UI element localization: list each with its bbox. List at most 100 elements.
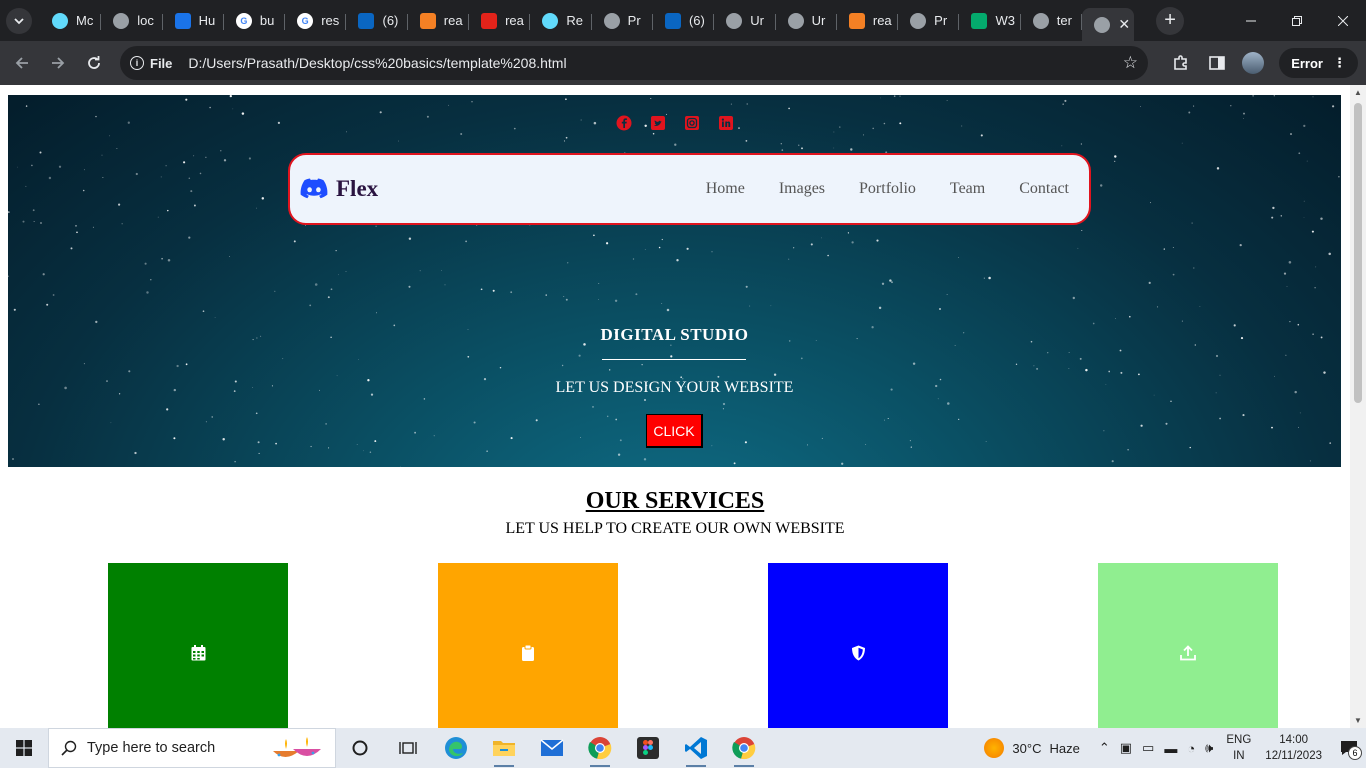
scroll-up-arrow-icon[interactable]: ▲ [1350,88,1366,97]
tab-search-button[interactable] [6,7,32,34]
service-card-upload[interactable] [1098,563,1278,728]
browser-tab[interactable]: Ur [714,4,776,37]
browser-tab[interactable]: Re [530,4,592,37]
browser-tab[interactable]: Ur [776,4,837,37]
tab-label: res [321,13,340,28]
service-card-shield[interactable] [768,563,948,728]
error-button[interactable]: Error ⋮ [1279,48,1358,78]
taskbar-app-chrome-2[interactable] [720,728,768,768]
star [144,262,147,265]
star [499,366,502,369]
meet-now-icon[interactable]: ▣ [1120,740,1132,756]
star [912,362,916,365]
star [256,207,257,209]
nav-link-images[interactable]: Images [779,180,825,198]
profile-button[interactable] [1237,47,1269,79]
star [983,277,985,279]
task-view-button[interactable] [384,728,432,768]
star [220,150,222,152]
star [644,399,646,401]
browser-tab[interactable]: ter [1021,4,1083,37]
address-bar[interactable]: i File D:/Users/Prasath/Desktop/css%20ba… [120,46,1148,80]
star [369,451,372,454]
tab-list: Mc loc Hu Gbu Gres (6) rea rea Re Pr (6) Ur Ur rea Pr W… [40,0,1135,41]
forward-button[interactable] [40,45,76,81]
instagram-link[interactable] [684,115,700,131]
volume-icon[interactable]: 🕪 [1205,740,1213,756]
taskbar-app-file-explorer[interactable] [480,728,528,768]
vscode-icon [685,737,707,759]
wifi-icon[interactable]: ◔ [1187,741,1195,756]
browser-tab[interactable]: Pr [898,4,960,37]
close-tab-icon[interactable]: ✕ [1118,16,1130,33]
start-button[interactable] [0,728,48,768]
star [261,197,265,200]
side-panel-button[interactable] [1201,47,1233,79]
scroll-down-arrow-icon[interactable]: ▼ [1350,716,1366,725]
battery-icon[interactable]: ▬ [1164,741,1177,756]
browser-tab[interactable]: rea [469,4,531,37]
nav-link-portfolio[interactable]: Portfolio [859,180,916,198]
brand[interactable]: Flex [300,176,378,202]
tab-label: rea [505,13,524,28]
back-button[interactable] [4,45,40,81]
cortana-button[interactable] [336,728,384,768]
minimize-button[interactable] [1228,0,1274,41]
new-tab-button[interactable]: + [1156,6,1185,35]
taskbar-search-box[interactable]: Type here to search [48,728,336,768]
task-view-icon [399,742,417,754]
page-scrollbar[interactable]: ▲ ▼ [1350,85,1366,728]
taskbar-app-chrome-1[interactable] [576,728,624,768]
close-window-button[interactable] [1320,0,1366,41]
star [199,172,202,175]
star [745,139,748,142]
facebook-link[interactable] [616,115,632,131]
browser-tab[interactable]: loc [101,4,163,37]
battery-saver-icon[interactable]: ▭ [1142,740,1154,756]
bookmark-star-icon[interactable]: ☆ [1123,53,1138,73]
nav-link-team[interactable]: Team [950,180,985,198]
star [909,440,911,442]
service-card-clipboard[interactable] [438,563,618,728]
chevron-up-icon[interactable]: ⌃ [1099,740,1110,756]
browser-tab[interactable]: (6) [346,4,408,37]
browser-tab[interactable]: Hu [163,4,224,37]
browser-tab[interactable]: Pr [592,4,653,37]
star [433,435,435,437]
restore-button[interactable] [1274,0,1320,41]
nav-link-contact[interactable]: Contact [1019,180,1069,198]
star [205,156,207,158]
star [1099,184,1103,187]
extensions-button[interactable] [1165,47,1197,79]
star [330,288,333,291]
weather-widget[interactable]: 30°C Haze [984,738,1080,758]
site-info-chip[interactable]: i File [130,51,180,75]
browser-tab[interactable]: Gres [285,4,347,37]
browser-tab[interactable]: (6) [653,4,715,37]
linkedin-link[interactable] [718,115,734,131]
taskbar-app-vscode[interactable] [672,728,720,768]
reload-button[interactable] [76,45,112,81]
notification-center-button[interactable]: 6 [1332,728,1366,768]
scrollbar-thumb[interactable] [1354,103,1362,403]
hero-click-button[interactable]: CLICK [646,414,703,448]
service-card-calendar[interactable] [108,563,288,728]
browser-tab[interactable]: rea [837,4,899,37]
star [185,363,188,366]
nav-link-home[interactable]: Home [706,180,745,198]
taskbar-app-mail[interactable] [528,728,576,768]
tab-label: rea [443,13,463,28]
browser-tab[interactable]: Mc [40,4,102,37]
star [850,148,853,151]
star [615,418,618,421]
active-tab[interactable]: ✕ [1082,8,1135,41]
star [374,440,377,443]
twitter-link[interactable] [650,115,666,131]
browser-tab[interactable]: W3 [959,4,1021,37]
taskbar-app-figma[interactable] [624,728,672,768]
browser-tab[interactable]: Gbu [224,4,286,37]
language-indicator[interactable]: ENG IN [1226,732,1251,764]
taskbar-app-edge[interactable] [432,728,480,768]
browser-tab[interactable]: rea [408,4,470,37]
clock[interactable]: 14:00 12/11/2023 [1265,732,1322,764]
